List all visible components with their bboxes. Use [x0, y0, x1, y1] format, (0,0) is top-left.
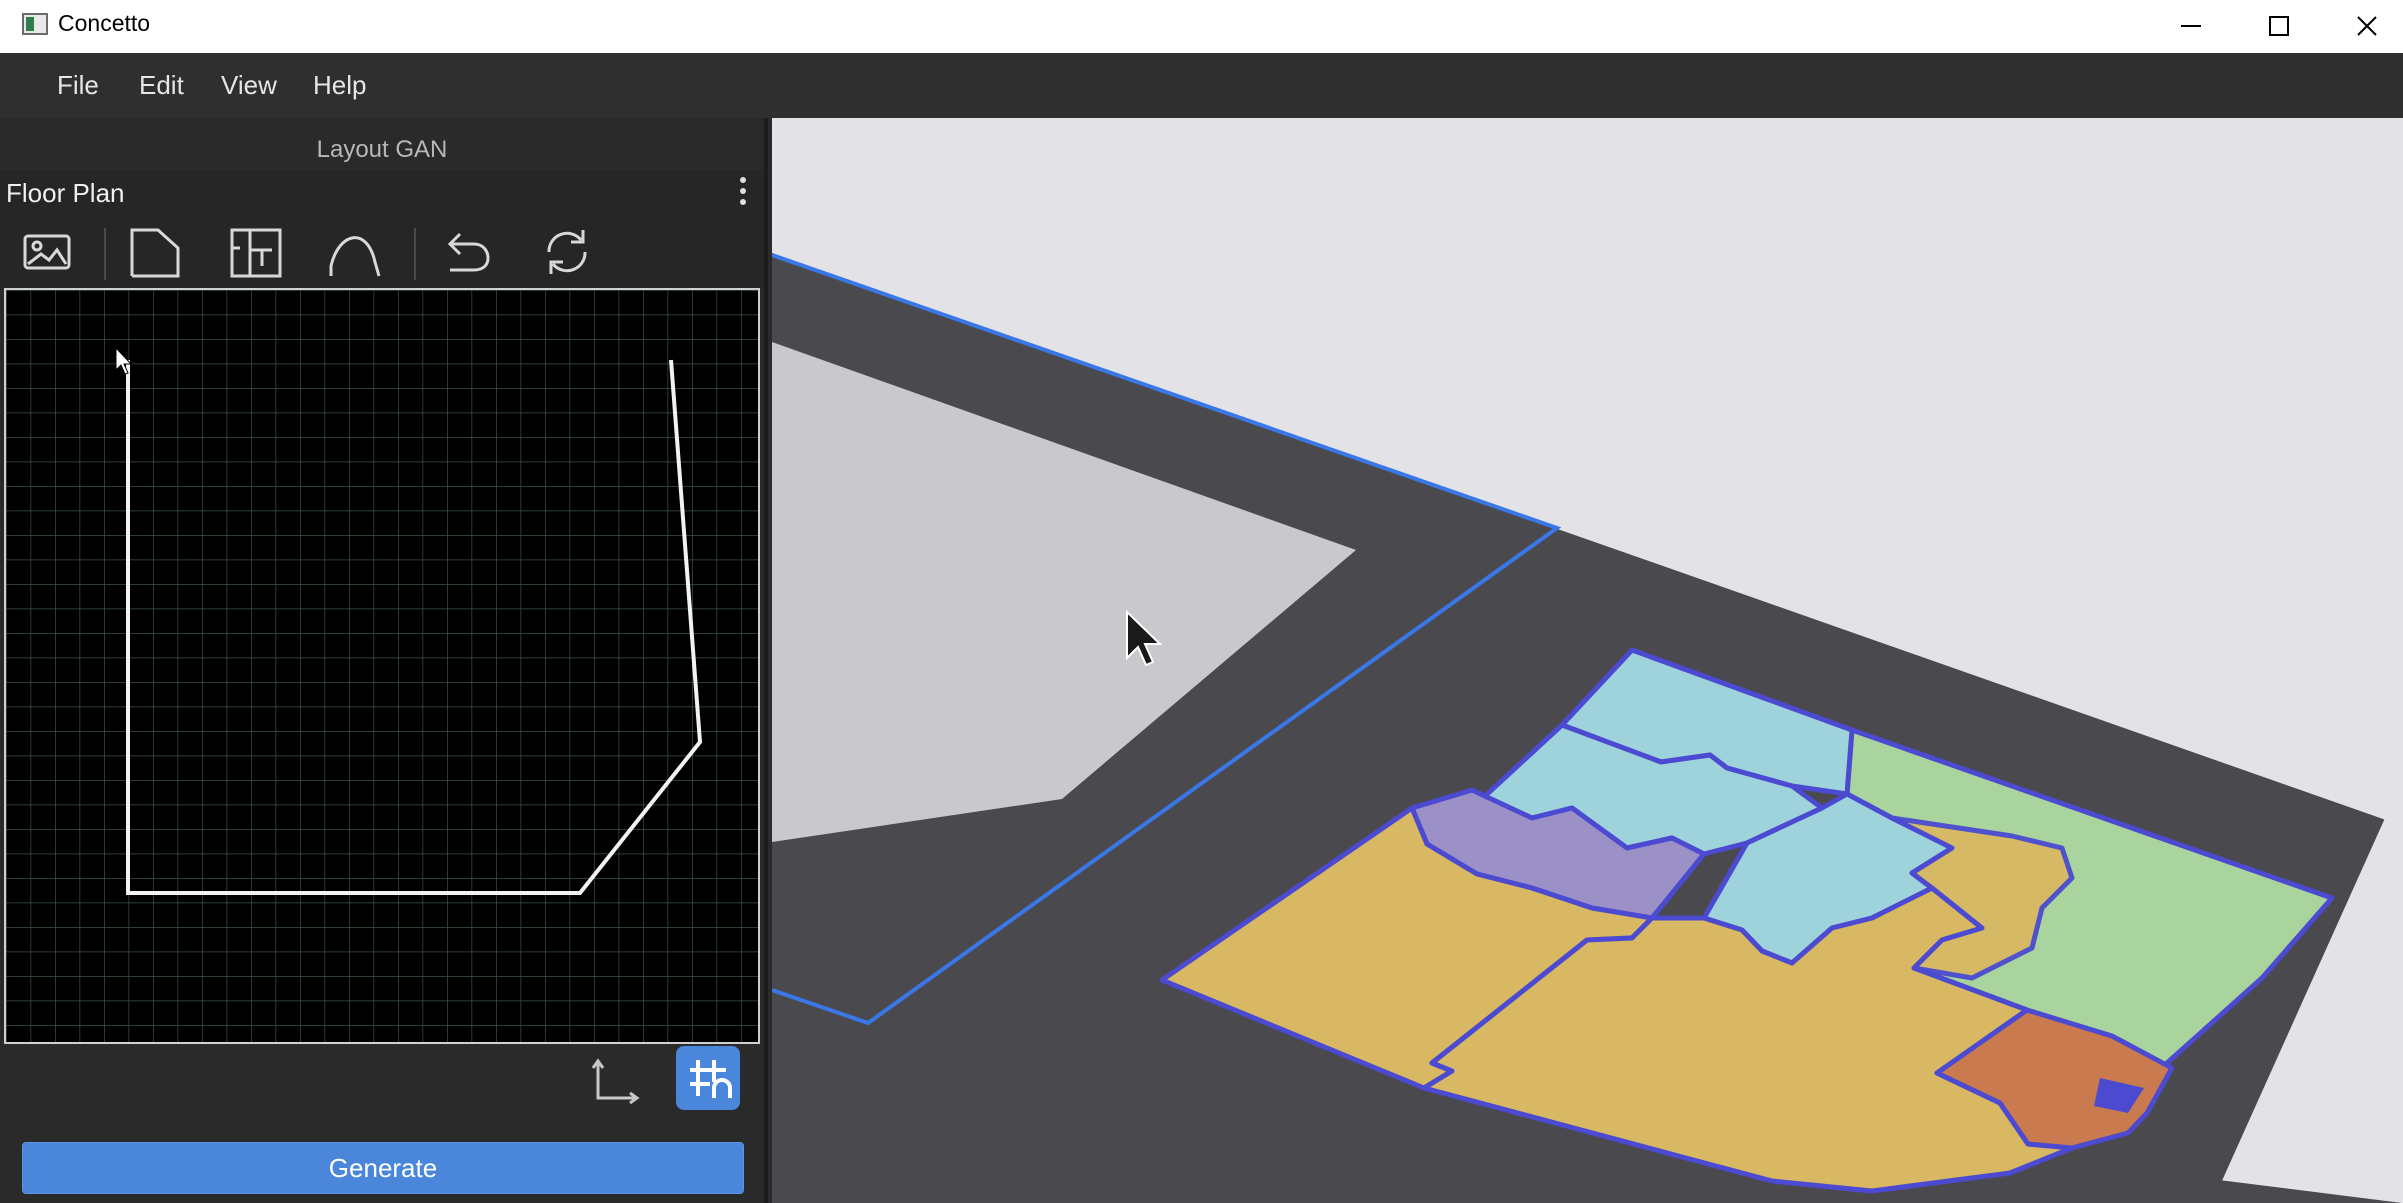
refresh-button[interactable] — [537, 222, 597, 282]
curve-icon — [329, 236, 381, 277]
toolbar-separator — [414, 228, 416, 280]
undo-icon — [447, 232, 490, 272]
menu-edit[interactable]: Edit — [139, 70, 184, 101]
curve-tool-button[interactable] — [325, 222, 385, 282]
3d-viewport[interactable] — [772, 118, 2403, 1203]
maximize-button[interactable] — [2235, 0, 2323, 53]
generate-button[interactable]: Generate — [22, 1142, 744, 1194]
image-icon — [23, 234, 71, 270]
floor-plan-label: Floor Plan — [6, 178, 125, 208]
window-title: Concetto — [58, 10, 151, 36]
maximize-icon — [2269, 16, 2289, 36]
polygon-icon — [130, 228, 180, 278]
minimize-button[interactable] — [2147, 0, 2235, 53]
floor-plan-drawing — [6, 290, 758, 1042]
panel-title: Layout GAN — [316, 136, 448, 163]
close-button[interactable] — [2323, 0, 2403, 53]
toolbar-separator — [104, 228, 106, 280]
title-bar: Concetto — [0, 0, 2403, 53]
menu-bar: File Edit View Help — [0, 53, 2403, 118]
axis-icon — [591, 1058, 640, 1105]
axis-toggle-button[interactable] — [584, 1048, 646, 1110]
minimize-icon — [2181, 25, 2201, 27]
more-options-icon[interactable] — [736, 174, 750, 210]
refresh-icon — [547, 230, 587, 274]
layout-gan-panel: Layout GAN Floor Plan Generate — [0, 118, 768, 1203]
polygon-tool-button[interactable] — [126, 222, 186, 282]
close-icon — [2357, 16, 2377, 36]
3d-scene — [772, 253, 2403, 1203]
floor-plan-tool-button[interactable] — [226, 222, 286, 282]
menu-help[interactable]: Help — [313, 70, 366, 101]
image-tool-button[interactable] — [17, 222, 77, 282]
app-icon — [22, 13, 48, 35]
undo-button[interactable] — [436, 222, 496, 282]
floor-plan-icon — [230, 228, 282, 278]
grid-snap-button[interactable] — [676, 1046, 740, 1110]
floor-plan-canvas[interactable] — [4, 288, 760, 1044]
menu-view[interactable]: View — [221, 70, 277, 101]
menu-file[interactable]: File — [57, 70, 99, 101]
grid-snap-icon — [690, 1060, 732, 1098]
